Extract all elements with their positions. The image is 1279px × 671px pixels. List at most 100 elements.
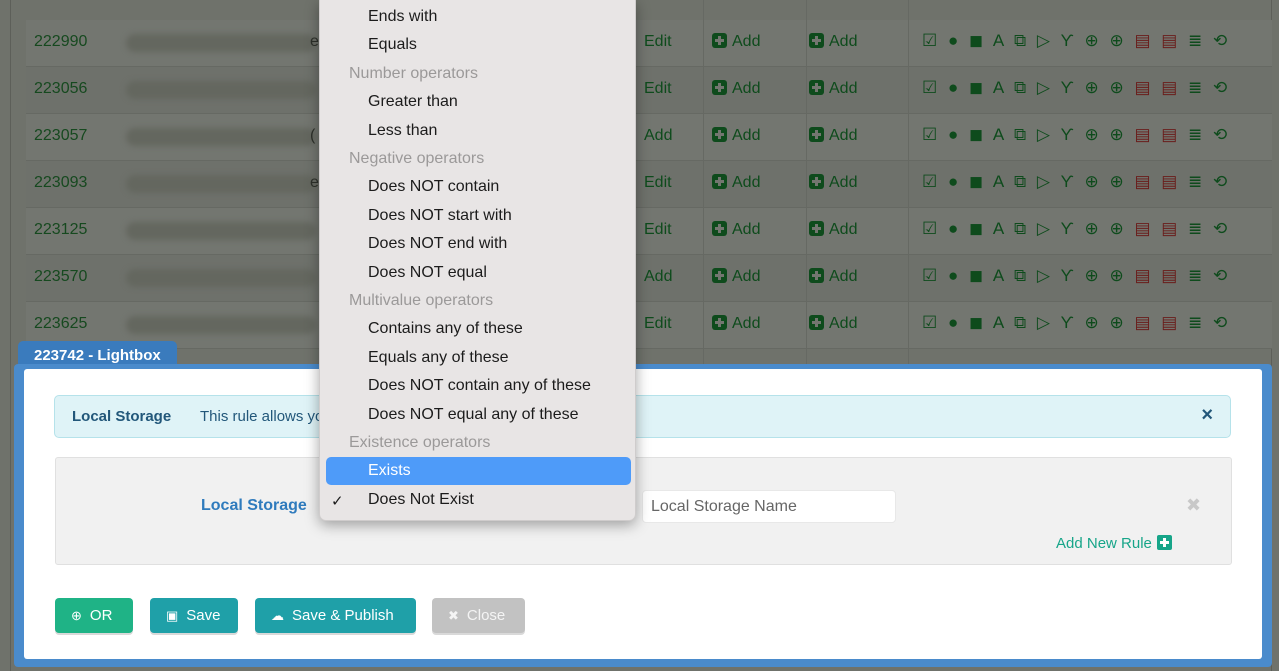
pdf-icons[interactable]: ▤ ▤ xyxy=(1134,31,1188,50)
option-does-not-exist[interactable]: Does Not Exist xyxy=(368,491,474,509)
plus-square-icon xyxy=(809,33,824,48)
action-icons[interactable]: ☑ ● ◼ A ⧉ ▷ Ƴ ⊕ ⊕ xyxy=(922,78,1134,97)
action-icons[interactable]: ☑ ● ◼ A ⧉ ▷ Ƴ ⊕ ⊕ xyxy=(922,313,1134,332)
row-add-link[interactable]: Add xyxy=(809,80,857,98)
column-divider xyxy=(703,0,704,365)
row-add-link[interactable]: Add xyxy=(712,174,760,192)
save-button[interactable]: ▣ Save xyxy=(150,598,238,633)
row-action-icons[interactable]: ☑ ● ◼ A ⧉ ▷ Ƴ ⊕ ⊕ ▤ ▤ ≣ ⟲ xyxy=(922,313,1230,333)
row-add-link[interactable]: Add xyxy=(712,221,760,239)
database-history-icons[interactable]: ≣ ⟲ xyxy=(1188,31,1230,50)
database-history-icons[interactable]: ≣ ⟲ xyxy=(1188,78,1230,97)
plus-square-icon xyxy=(809,315,824,330)
row-action-icons[interactable]: ☑ ● ◼ A ⧉ ▷ Ƴ ⊕ ⊕ ▤ ▤ ≣ ⟲ xyxy=(922,266,1230,286)
pdf-icons[interactable]: ▤ ▤ xyxy=(1134,78,1188,97)
row-action-link[interactable]: Add xyxy=(644,268,672,286)
plus-square-icon xyxy=(712,127,727,142)
pdf-icons[interactable]: ▤ ▤ xyxy=(1134,313,1188,332)
table-row: 223125 Edit Add Add ☑ ● ◼ A ⧉ ▷ Ƴ ⊕ ⊕ ▤ ▤ ≣ … xyxy=(26,208,1272,255)
row-id[interactable]: 223125 xyxy=(34,221,87,239)
pdf-icons[interactable]: ▤ ▤ xyxy=(1134,172,1188,191)
row-add-link[interactable]: Add xyxy=(809,221,857,239)
row-add-link[interactable]: Add xyxy=(809,127,857,145)
rule-group: Local Storage ✖ Add New Rule xyxy=(55,457,1232,565)
cloud-upload-icon: ☁ xyxy=(271,608,284,623)
row-id[interactable]: 222990 xyxy=(34,33,87,51)
option-does-not-end-with[interactable]: Does NOT end with xyxy=(368,235,507,253)
row-id[interactable]: 223056 xyxy=(34,80,87,98)
row-action-icons[interactable]: ☑ ● ◼ A ⧉ ▷ Ƴ ⊕ ⊕ ▤ ▤ ≣ ⟲ xyxy=(922,172,1230,192)
row-add-link[interactable]: Add xyxy=(809,33,857,51)
option-does-not-start-with[interactable]: Does NOT start with xyxy=(368,207,512,225)
row-add-link[interactable]: Add xyxy=(809,174,857,192)
option-does-not-equal[interactable]: Does NOT equal xyxy=(368,264,487,282)
row-action-icons[interactable]: ☑ ● ◼ A ⧉ ▷ Ƴ ⊕ ⊕ ▤ ▤ ≣ ⟲ xyxy=(922,125,1230,145)
row-action-icons[interactable]: ☑ ● ◼ A ⧉ ▷ Ƴ ⊕ ⊕ ▤ ▤ ≣ ⟲ xyxy=(922,78,1230,98)
plus-square-icon xyxy=(712,221,727,236)
or-button[interactable]: ⊕ OR xyxy=(55,598,133,633)
row-add-link[interactable]: Add xyxy=(712,268,760,286)
row-add-link[interactable]: Add xyxy=(712,127,760,145)
row-id[interactable]: 223625 xyxy=(34,315,87,333)
row-name-blurred xyxy=(126,316,316,334)
row-name-blurred xyxy=(126,81,316,99)
checkmark-icon: ✓ xyxy=(331,492,344,510)
row-add-link[interactable]: Add xyxy=(712,315,760,333)
pdf-icons[interactable]: ▤ ▤ xyxy=(1134,266,1188,285)
rule-label: Local Storage xyxy=(201,497,307,514)
row-action-link[interactable]: Edit xyxy=(644,221,672,239)
row-action-link[interactable]: Edit xyxy=(644,174,672,192)
save-and-publish-label: Save & Publish xyxy=(292,607,394,624)
row-action-icons[interactable]: ☑ ● ◼ A ⧉ ▷ Ƴ ⊕ ⊕ ▤ ▤ ≣ ⟲ xyxy=(922,31,1230,51)
database-history-icons[interactable]: ≣ ⟲ xyxy=(1188,125,1230,144)
option-equals[interactable]: Equals xyxy=(368,36,417,54)
database-history-icons[interactable]: ≣ ⟲ xyxy=(1188,313,1230,332)
action-icons[interactable]: ☑ ● ◼ A ⧉ ▷ Ƴ ⊕ ⊕ xyxy=(922,125,1134,144)
row-action-link[interactable]: Edit xyxy=(644,33,672,51)
action-icons[interactable]: ☑ ● ◼ A ⧉ ▷ Ƴ ⊕ ⊕ xyxy=(922,219,1134,238)
action-icons[interactable]: ☑ ● ◼ A ⧉ ▷ Ƴ ⊕ ⊕ xyxy=(922,266,1134,285)
row-add-link[interactable]: Add xyxy=(809,315,857,333)
action-icons[interactable]: ☑ ● ◼ A ⧉ ▷ Ƴ ⊕ ⊕ xyxy=(922,172,1134,191)
close-icon[interactable]: × xyxy=(1201,404,1213,427)
option-greater-than[interactable]: Greater than xyxy=(368,93,458,111)
option-group-existence-operators: Existence operators xyxy=(349,434,491,451)
table-row: 223093 e Edit Add Add ☑ ● ◼ A ⧉ ▷ Ƴ ⊕ ⊕ ▤ ▤ ≣… xyxy=(26,161,1272,208)
local-storage-name-input[interactable] xyxy=(642,490,896,523)
action-icons[interactable]: ☑ ● ◼ A ⧉ ▷ Ƴ ⊕ ⊕ xyxy=(922,31,1134,50)
row-action-link[interactable]: Add xyxy=(644,127,672,145)
row-id[interactable]: 223057 xyxy=(34,127,87,145)
row-id[interactable]: 223093 xyxy=(34,174,87,192)
remove-rule-icon[interactable]: ✖ xyxy=(1186,495,1201,516)
save-and-publish-button[interactable]: ☁ Save & Publish xyxy=(255,598,416,633)
row-id[interactable]: 223570 xyxy=(34,268,87,286)
option-less-than[interactable]: Less than xyxy=(368,122,437,140)
option-contains-any-of-these[interactable]: Contains any of these xyxy=(368,320,523,338)
plus-circle-icon: ⊕ xyxy=(71,608,82,623)
row-action-icons[interactable]: ☑ ● ◼ A ⧉ ▷ Ƴ ⊕ ⊕ ▤ ▤ ≣ ⟲ xyxy=(922,219,1230,239)
option-does-not-contain-any-of-these[interactable]: Does NOT contain any of these xyxy=(368,377,591,395)
row-add-link[interactable]: Add xyxy=(712,33,760,51)
option-does-not-equal-any-of-these[interactable]: Does NOT equal any of these xyxy=(368,406,579,424)
option-equals-any-of-these[interactable]: Equals any of these xyxy=(368,349,509,367)
database-history-icons[interactable]: ≣ ⟲ xyxy=(1188,219,1230,238)
pdf-icons[interactable]: ▤ ▤ xyxy=(1134,219,1188,238)
row-add-link[interactable]: Add xyxy=(712,80,760,98)
row-name-tail: ( xyxy=(310,127,316,144)
add-new-rule-link[interactable]: Add New Rule xyxy=(1056,535,1172,552)
option-ends-with[interactable]: Ends with xyxy=(368,8,437,26)
row-action-link[interactable]: Edit xyxy=(644,80,672,98)
plus-square-icon xyxy=(1156,535,1172,550)
pdf-icons[interactable]: ▤ ▤ xyxy=(1134,125,1188,144)
highlighted-option[interactable]: Exists xyxy=(326,457,631,486)
database-history-icons[interactable]: ≣ ⟲ xyxy=(1188,266,1230,285)
database-history-icons[interactable]: ≣ ⟲ xyxy=(1188,172,1230,191)
close-button[interactable]: ✖ Close xyxy=(432,598,525,633)
floppy-disk-icon: ▣ xyxy=(166,608,179,623)
row-add-link[interactable]: Add xyxy=(809,268,857,286)
row-name-blurred xyxy=(126,175,316,193)
row-name-blurred xyxy=(126,128,316,146)
option-does-not-contain[interactable]: Does NOT contain xyxy=(368,178,499,196)
close-x-icon: ✖ xyxy=(448,608,459,623)
row-action-link[interactable]: Edit xyxy=(644,315,672,333)
